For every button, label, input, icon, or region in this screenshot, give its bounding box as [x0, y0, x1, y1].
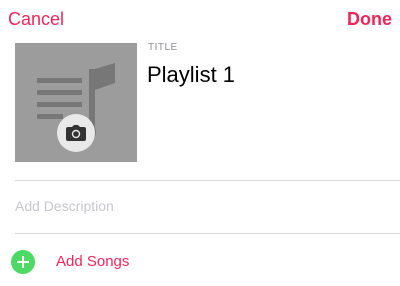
divider — [15, 233, 400, 234]
add-songs-row[interactable]: Add Songs — [0, 240, 400, 286]
add-songs-button[interactable] — [11, 250, 35, 274]
add-songs-label: Add Songs — [56, 253, 130, 270]
description-input[interactable] — [15, 196, 385, 216]
change-photo-button[interactable] — [57, 114, 95, 152]
playlist-artwork[interactable] — [15, 43, 137, 162]
title-caption: TITLE — [148, 42, 178, 53]
title-input[interactable] — [147, 60, 387, 90]
divider — [15, 180, 400, 181]
done-button[interactable]: Done — [347, 9, 392, 30]
cancel-button[interactable]: Cancel — [8, 9, 64, 30]
camera-icon — [66, 125, 86, 141]
plus-icon — [17, 256, 29, 268]
navigation-bar: Cancel Done — [0, 0, 400, 40]
